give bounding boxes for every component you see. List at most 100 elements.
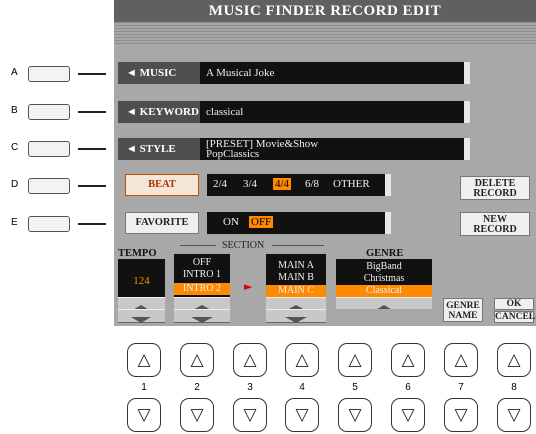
tempo-column[interactable]: 124 — [118, 259, 165, 323]
side-line-d — [78, 185, 106, 187]
down-arrow-icon — [285, 317, 307, 323]
side-button-c[interactable] — [28, 141, 70, 157]
side-line-b — [78, 111, 106, 113]
beat-option-other[interactable]: OTHER — [333, 178, 370, 190]
section-intro-item-off[interactable]: OFF — [174, 257, 230, 269]
side-label-a: A — [11, 67, 18, 78]
keyword-endcap — [464, 101, 470, 123]
panel-number-7: 7 — [458, 382, 464, 393]
panel-number-2: 2 — [194, 382, 200, 393]
genre-item-classical[interactable]: Classical — [336, 285, 432, 297]
panel-button-2-down[interactable]: ▽ — [180, 398, 214, 432]
panel-button-2-up[interactable]: △ — [180, 343, 214, 377]
panel-button-8-up[interactable]: △ — [497, 343, 531, 377]
beat-button[interactable]: BEAT — [125, 174, 199, 196]
keyword-label: ◄ KEYWORD — [118, 101, 200, 123]
side-button-e[interactable] — [28, 216, 70, 232]
section-intro-column[interactable]: OFF INTRO 1 INTRO 2 — [174, 254, 230, 323]
genre-name-line2: NAME — [448, 311, 478, 321]
side-label-d: D — [11, 179, 19, 190]
panel-number-5: 5 — [352, 382, 358, 393]
down-triangle-icon: ▽ — [243, 405, 257, 425]
side-button-b[interactable] — [28, 104, 70, 120]
genre-item-bigband[interactable]: BigBand — [336, 261, 432, 273]
panel-button-3-up[interactable]: △ — [233, 343, 267, 377]
up-triangle-icon: △ — [401, 350, 415, 370]
music-row[interactable]: ◄ MUSIC A Musical Joke — [118, 62, 470, 84]
down-triangle-icon: ▽ — [454, 405, 468, 425]
favorite-endcap — [385, 212, 391, 234]
panel-button-1-down[interactable]: ▽ — [127, 398, 161, 432]
section-main-item-c[interactable]: MAIN C — [266, 285, 326, 297]
section-main-down-button[interactable] — [266, 309, 326, 323]
down-arrow-icon — [191, 317, 213, 323]
panel-button-8-down[interactable]: ▽ — [497, 398, 531, 432]
style-row[interactable]: ◄ STYLE [PRESET] Movie&Show PopClassics — [118, 138, 470, 160]
new-record-button[interactable]: NEW RECORD — [460, 212, 530, 236]
side-label-e: E — [11, 217, 18, 228]
keyword-row[interactable]: ◄ KEYWORD classical — [118, 101, 470, 123]
genre-item-christmas[interactable]: Christmas — [336, 273, 432, 285]
panel-button-7-up[interactable]: △ — [444, 343, 478, 377]
genre-name-button[interactable]: GENRE NAME — [443, 298, 483, 322]
down-triangle-icon: ▽ — [295, 405, 309, 425]
up-triangle-icon: △ — [348, 350, 362, 370]
side-button-d[interactable] — [28, 178, 70, 194]
favorite-option-on[interactable]: ON — [223, 216, 239, 228]
panel-button-7-down[interactable]: ▽ — [444, 398, 478, 432]
beat-option-6-8[interactable]: 6/8 — [305, 178, 319, 190]
beat-option-3-4[interactable]: 3/4 — [243, 178, 257, 190]
panel-button-4-down[interactable]: ▽ — [285, 398, 319, 432]
side-label-c: C — [11, 142, 19, 153]
genre-column[interactable]: BigBand Christmas Classical — [336, 259, 432, 321]
panel-button-4-up[interactable]: △ — [285, 343, 319, 377]
title-stripe — [114, 22, 536, 44]
beat-option-4-4[interactable]: 4/4 — [273, 178, 292, 190]
panel-button-3-down[interactable]: ▽ — [233, 398, 267, 432]
down-triangle-icon: ▽ — [348, 405, 362, 425]
beat-option-2-4[interactable]: 2/4 — [213, 178, 227, 190]
cancel-button[interactable]: CANCEL — [494, 311, 535, 323]
beat-options[interactable]: 2/4 3/4 4/4 6/8 OTHER — [207, 174, 385, 196]
up-triangle-icon: △ — [507, 350, 521, 370]
section-intro-item-intro1[interactable]: INTRO 1 — [174, 269, 230, 281]
panel-button-6-down[interactable]: ▽ — [391, 398, 425, 432]
panel-button-1-up[interactable]: △ — [127, 343, 161, 377]
section-main-column[interactable]: MAIN A MAIN B MAIN C — [266, 254, 326, 323]
favorite-option-off[interactable]: OFF — [249, 216, 274, 228]
tempo-label: TEMPO — [118, 248, 157, 259]
section-main-item-b[interactable]: MAIN B — [266, 272, 326, 284]
ok-button[interactable]: OK — [494, 298, 534, 310]
music-value: A Musical Joke — [200, 62, 464, 84]
favorite-options[interactable]: ON OFF — [207, 212, 385, 234]
panel-number-1: 1 — [141, 382, 147, 393]
favorite-button[interactable]: FAVORITE — [125, 212, 199, 234]
side-line-e — [78, 223, 106, 225]
genre-label: GENRE — [366, 248, 404, 259]
genre-name-line1: GENRE — [446, 301, 480, 311]
music-endcap — [464, 62, 470, 84]
up-triangle-icon: △ — [137, 350, 151, 370]
down-triangle-icon: ▽ — [401, 405, 415, 425]
tempo-down-button[interactable] — [118, 309, 165, 323]
up-triangle-icon: △ — [295, 350, 309, 370]
panel-button-6-up[interactable]: △ — [391, 343, 425, 377]
section-main-item-a[interactable]: MAIN A — [266, 260, 326, 272]
side-button-a[interactable] — [28, 66, 70, 82]
music-label: ◄ MUSIC — [118, 62, 200, 84]
style-endcap — [464, 138, 470, 160]
new-record-line2: RECORD — [473, 224, 517, 235]
down-triangle-icon: ▽ — [190, 405, 204, 425]
up-triangle-icon: △ — [190, 350, 204, 370]
panel-button-5-down[interactable]: ▽ — [338, 398, 372, 432]
section-intro-item-intro2[interactable]: INTRO 2 — [174, 283, 230, 295]
side-label-b: B — [11, 105, 18, 116]
section-arrow-icon: ► — [244, 280, 253, 293]
panel-button-5-up[interactable]: △ — [338, 343, 372, 377]
section-intro-down-button[interactable] — [174, 309, 230, 323]
down-arrow-icon — [131, 317, 151, 323]
screen-title: MUSIC FINDER RECORD EDIT — [114, 0, 536, 22]
side-line-c — [78, 148, 106, 150]
delete-record-line2: RECORD — [473, 188, 517, 199]
delete-record-button[interactable]: DELETE RECORD — [460, 176, 530, 200]
